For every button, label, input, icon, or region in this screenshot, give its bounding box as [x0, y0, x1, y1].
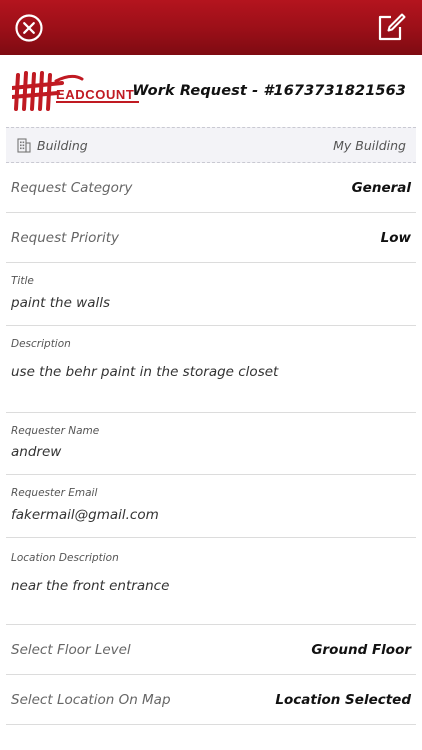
description-label: Description: [11, 338, 71, 350]
requester-email-field[interactable]: Requester Email fakermail@gmail.com: [6, 475, 416, 538]
floor-level-row[interactable]: Select Floor Level Ground Floor: [6, 625, 416, 675]
request-priority-value: Low: [380, 230, 411, 246]
title-value[interactable]: paint the walls: [11, 295, 110, 311]
description-value[interactable]: use the behr paint in the storage closet: [11, 364, 278, 380]
description-field[interactable]: Description use the behr paint in the st…: [6, 326, 416, 413]
building-row: Building My Building: [6, 127, 416, 163]
request-priority-label: Request Priority: [11, 230, 120, 246]
close-icon[interactable]: [14, 13, 44, 43]
building-icon: [17, 138, 31, 153]
title-field[interactable]: Title paint the walls: [6, 263, 416, 326]
requester-name-value[interactable]: andrew: [11, 444, 61, 460]
requester-name-field[interactable]: Requester Name andrew: [6, 413, 416, 475]
location-map-value: Location Selected: [275, 692, 411, 708]
location-map-label: Select Location On Map: [11, 692, 171, 708]
floor-level-value: Ground Floor: [311, 642, 411, 658]
requester-email-label: Requester Email: [11, 487, 98, 499]
building-label: Building: [37, 138, 88, 153]
location-description-label: Location Description: [11, 552, 119, 564]
svg-text:EADCOUNT: EADCOUNT: [56, 87, 134, 102]
location-description-value[interactable]: near the front entrance: [11, 578, 169, 594]
building-value[interactable]: My Building: [333, 138, 406, 153]
requester-email-value[interactable]: fakermail@gmail.com: [11, 507, 159, 523]
headcount-logo: EADCOUNT: [10, 71, 142, 111]
location-description-field[interactable]: Location Description near the front entr…: [6, 538, 416, 625]
requester-name-label: Requester Name: [11, 425, 100, 437]
top-toolbar: [0, 0, 422, 55]
request-category-row[interactable]: Request Category General: [6, 163, 416, 213]
floor-level-label: Select Floor Level: [11, 642, 131, 658]
work-request-title: Work Request - #1673731821563: [132, 83, 406, 99]
title-label: Title: [11, 275, 34, 287]
location-map-row[interactable]: Select Location On Map Location Selected: [6, 675, 416, 725]
request-category-label: Request Category: [11, 180, 133, 196]
edit-icon[interactable]: [376, 12, 406, 42]
request-priority-row[interactable]: Request Priority Low: [6, 213, 416, 263]
request-header: EADCOUNT Work Request - #1673731821563: [0, 55, 422, 127]
request-category-value: General: [351, 180, 411, 196]
